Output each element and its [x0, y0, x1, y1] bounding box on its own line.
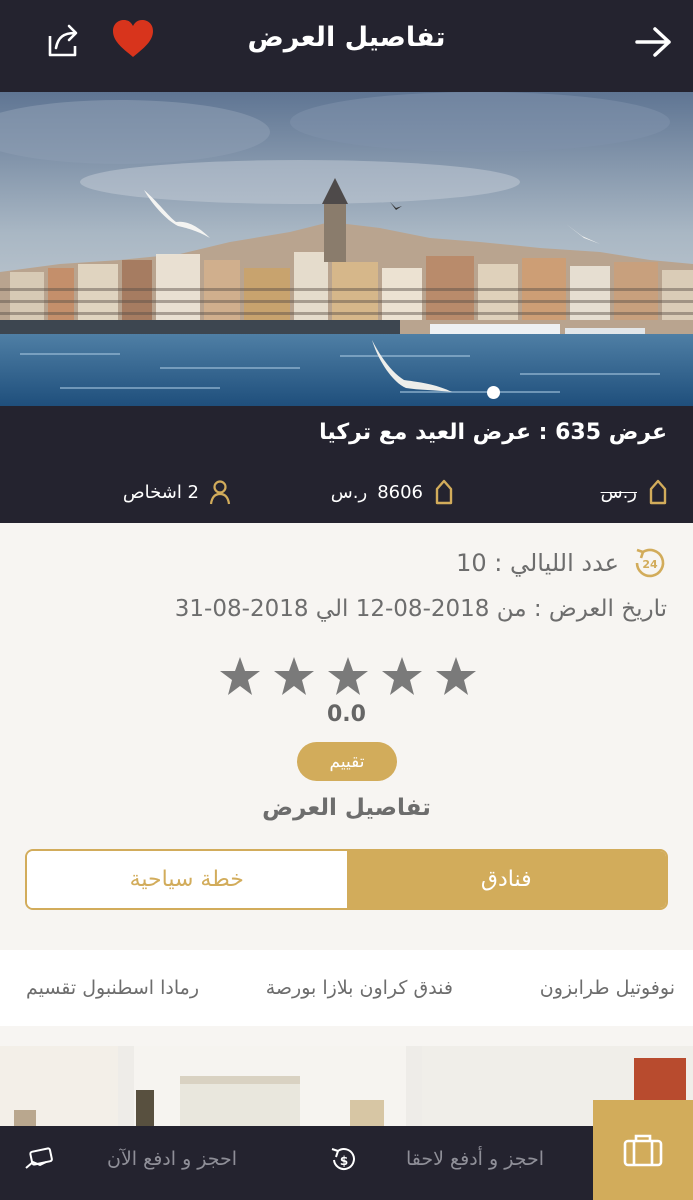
tab-hotels[interactable]: فنادق	[346, 851, 666, 908]
pay-later-button[interactable]: احجز و أدفع لاحقا	[406, 1148, 544, 1170]
card-payment-icon[interactable]	[24, 1146, 54, 1174]
price-tag-icon	[435, 479, 453, 505]
star-icon[interactable]	[326, 654, 370, 698]
top-bar: تفاصيل العرض	[0, 0, 693, 92]
carousel-dot[interactable]	[487, 386, 500, 399]
arrow-right-icon[interactable]	[631, 22, 675, 62]
hotel-item[interactable]: فندق كراون بلازا بورصة	[266, 977, 453, 999]
svg-text:$: $	[340, 1154, 348, 1168]
heart-icon[interactable]	[110, 18, 156, 60]
rating-stars[interactable]	[218, 654, 478, 698]
star-icon[interactable]	[272, 654, 316, 698]
rating-value: 0.0	[327, 702, 366, 727]
old-price-value: ر.س	[600, 481, 637, 503]
star-icon[interactable]	[218, 654, 262, 698]
hotel-photos	[0, 1046, 693, 1126]
nights-text: عدد الليالي : 10	[456, 549, 619, 577]
hotel-photo[interactable]	[0, 1046, 118, 1126]
hotel-item[interactable]: نوفوتيل طرابزون	[540, 977, 675, 999]
booking-bag-button[interactable]	[593, 1100, 693, 1200]
old-price: ر.س	[601, 478, 669, 506]
star-icon[interactable]	[434, 654, 478, 698]
price-value: 8606	[377, 481, 423, 503]
hotel-item[interactable]: رمادا اسطنبول تقسيم	[26, 977, 199, 999]
offer-details-screen: تفاصيل العرض عرض 635: عرض العيد مع تركي…	[0, 0, 693, 1200]
nights-row: 24 عدد الليالي : 10	[456, 544, 669, 582]
tab-tour-plan[interactable]: خطة سياحية	[27, 851, 347, 908]
hotel-list: نوفوتيل طرابزون فندق كراون بلازا بورصة ر…	[0, 950, 693, 1026]
persons-count: 2 اشخاص	[122, 481, 199, 503]
carousel-dots[interactable]	[487, 386, 500, 399]
page-title: تفاصيل العرض	[247, 22, 446, 53]
clock-money-icon[interactable]: $	[328, 1144, 358, 1176]
persons: 2 اشخاص	[123, 478, 231, 506]
offer-dates: تاريخ العرض : من 2018-08-12 الي 2018-08-…	[174, 596, 667, 622]
price: 8606 ر.س	[331, 478, 455, 506]
bottom-bar: احجز و ادفع الآن $ احجز و أدفع لاحقا	[0, 1126, 693, 1200]
section-title: تفاصيل العرض	[262, 795, 431, 821]
svg-text:24: 24	[642, 558, 658, 571]
price-tag-icon	[649, 479, 667, 505]
hotel-photo[interactable]	[134, 1046, 406, 1126]
share-icon[interactable]	[42, 20, 82, 60]
briefcase-icon	[623, 1134, 663, 1167]
tab-bar: خطة سياحية فنادق	[25, 849, 668, 910]
price-currency: ر.س	[330, 481, 368, 503]
person-icon	[209, 480, 231, 505]
offer-summary: عرض 635 : عرض العيد مع تركيا ر.س 8606 ر.…	[0, 406, 693, 523]
star-icon[interactable]	[380, 654, 424, 698]
offer-title: عرض 635 : عرض العيد مع تركيا	[319, 420, 667, 445]
24-hours-icon: 24	[635, 548, 665, 578]
hero-image[interactable]	[0, 92, 693, 406]
rate-button[interactable]: تقييم	[297, 742, 397, 781]
pay-now-button[interactable]: احجز و ادفع الآن	[107, 1148, 237, 1170]
